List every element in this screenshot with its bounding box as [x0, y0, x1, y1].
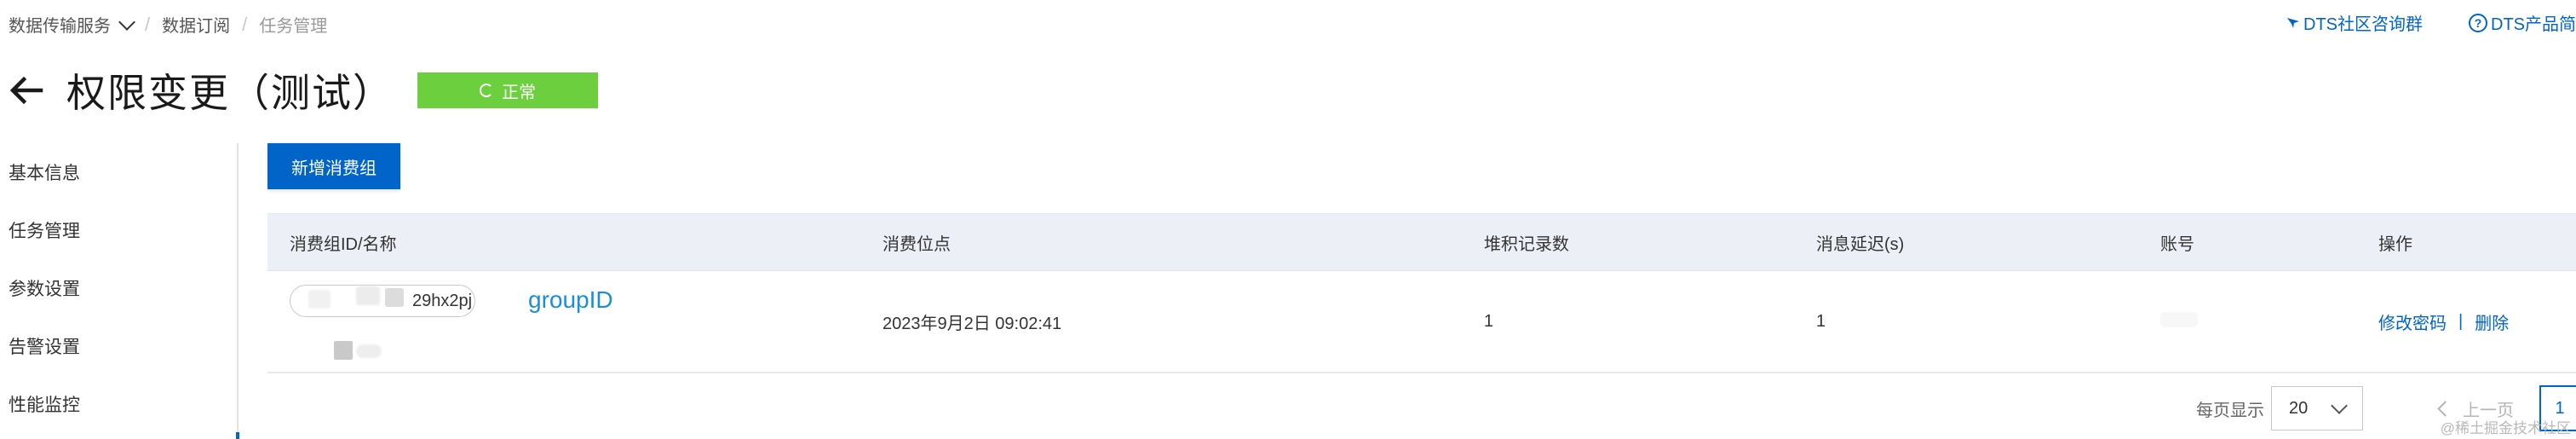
table-row: 29hx2pj groupID 2023年9月2日 09:02:41 1 1 修… [267, 271, 2576, 373]
page-header: 权限变更（测试） 正常 [0, 56, 598, 124]
page-size-value: 20 [2289, 398, 2309, 418]
redacted-text [308, 290, 331, 309]
product-link-label: DTS产品简 [2491, 15, 2576, 34]
breadcrumb-task-management: 任务管理 [259, 17, 328, 36]
redacted-text [356, 344, 382, 358]
page-size-select[interactable]: 20 [2271, 386, 2363, 430]
sidebar-item-basic-info[interactable]: 基本信息 [0, 143, 237, 201]
product-link[interactable]: ? DTS产品简 [2469, 10, 2576, 35]
status-badge: 正常 [417, 72, 598, 108]
breadcrumb-dts[interactable]: 数据传输服务 [9, 12, 111, 37]
redacted-text [385, 288, 404, 307]
table-header: 消费组ID/名称 消费位点 堆积记录数 消息延迟(s) 账号 操作 [267, 213, 2576, 271]
add-consumer-group-button[interactable]: 新增消费组 [267, 143, 400, 189]
delete-link[interactable]: 删除 [2475, 309, 2509, 334]
sidebar-item-alerts[interactable]: 告警设置 [0, 317, 237, 375]
consumer-group-table: 消费组ID/名称 消费位点 堆积记录数 消息延迟(s) 账号 操作 29hx2p… [267, 213, 2576, 373]
sidebar: 基本信息 任务管理 参数设置 告警设置 性能监控 [0, 143, 239, 439]
bird-icon [2287, 17, 2299, 28]
sidebar-item-monitoring[interactable]: 性能监控 [0, 375, 237, 433]
column-header-consume-point: 消费位点 [883, 234, 951, 254]
community-link-label: DTS社区咨询群 [2303, 15, 2423, 34]
group-id-text[interactable]: 29hx2pj [412, 292, 472, 311]
page-title: 权限变更（测试） [66, 71, 394, 115]
question-circle-icon: ? [2469, 13, 2487, 32]
action-separator: | [2458, 311, 2464, 331]
column-header-backlog: 堆积记录数 [1484, 234, 1569, 254]
top-bar: 数据传输服务 / 数据订阅 / 任务管理 DTS社区咨询群 ? DTS产品简 [0, 0, 2576, 49]
column-header-delay: 消息延迟(s) [1816, 234, 1905, 254]
spinner-icon [480, 84, 493, 97]
breadcrumb-separator: / [242, 13, 248, 35]
chevron-down-icon[interactable] [118, 13, 135, 31]
community-link[interactable]: DTS社区咨询群 [2286, 10, 2423, 35]
redacted-text [356, 286, 380, 305]
consume-point-value: 2023年9月2日 09:02:41 [883, 314, 1062, 333]
column-header-account: 账号 [2160, 234, 2194, 254]
redacted-text [334, 341, 353, 360]
breadcrumb-separator: / [145, 13, 151, 35]
column-header-group-id: 消费组ID/名称 [290, 234, 397, 254]
top-links: DTS社区咨询群 ? DTS产品简 [2286, 10, 2576, 35]
watermark: @稀土掘金技术社区 [2440, 420, 2571, 436]
row-actions: 修改密码 | 删除 [2378, 271, 2509, 372]
page-size-label: 每页显示 [2196, 401, 2264, 420]
group-id-annotation: groupID [528, 286, 613, 313]
group-id-cell: 29hx2pj groupID [290, 271, 767, 372]
column-header-actions: 操作 [2378, 234, 2412, 254]
arrow-left-icon[interactable] [7, 71, 46, 110]
backlog-value: 1 [1484, 311, 1494, 331]
sidebar-item-parameters[interactable]: 参数设置 [0, 259, 237, 317]
breadcrumb: 数据传输服务 / 数据订阅 / 任务管理 [9, 12, 327, 37]
delay-value: 1 [1816, 311, 1826, 331]
modify-password-link[interactable]: 修改密码 [2378, 309, 2447, 334]
breadcrumb-subscription[interactable]: 数据订阅 [162, 12, 230, 37]
status-label: 正常 [502, 83, 536, 102]
sidebar-active-indicator [236, 432, 239, 439]
chevron-down-icon [2331, 397, 2348, 414]
chevron-left-icon [2437, 400, 2453, 417]
redacted-text [2160, 312, 2198, 327]
sidebar-item-task-management[interactable]: 任务管理 [0, 201, 237, 259]
